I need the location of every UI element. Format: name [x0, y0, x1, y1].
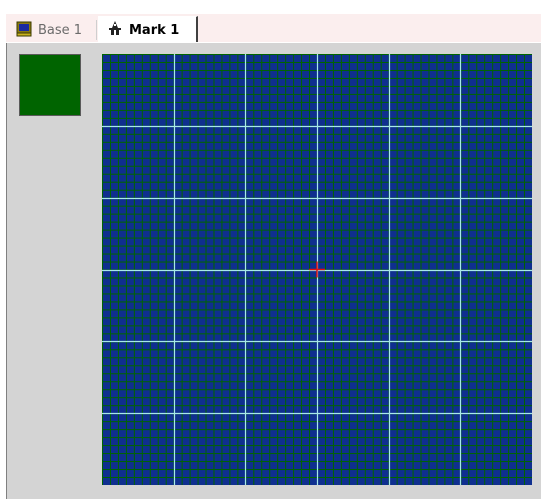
- tab-base-1-label: Base 1: [38, 23, 83, 38]
- tab-bar: Base 1 Mark 1: [6, 14, 541, 43]
- monitor-icon: [16, 21, 32, 41]
- tab-divider: [96, 20, 97, 40]
- tab-mark-1[interactable]: Mark 1: [98, 16, 198, 43]
- wizard-hat-icon: [107, 20, 123, 40]
- color-swatch[interactable]: [19, 54, 81, 116]
- mark-editor-window: Base 1 Mark 1: [0, 0, 541, 499]
- tab-base-1[interactable]: Base 1: [10, 19, 96, 42]
- mark-grid[interactable]: [102, 54, 532, 485]
- tab-mark-1-label: Mark 1: [129, 22, 180, 38]
